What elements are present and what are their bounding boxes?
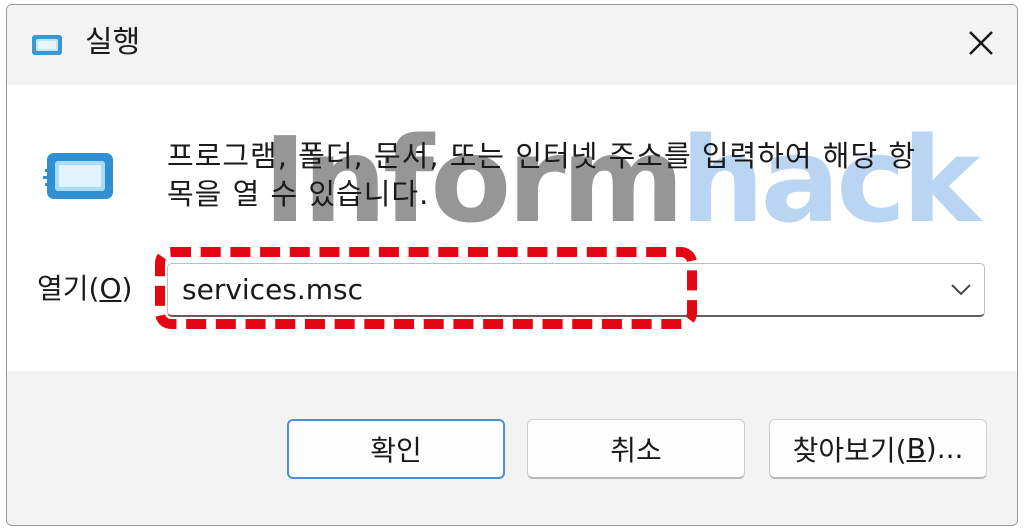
open-combobox[interactable] — [167, 263, 985, 317]
run-dialog: 실행 Informhack 프로그램, 폴더, 문서, 또는 인터넷 주소를 입… — [6, 4, 1018, 526]
browse-button[interactable]: 찾아보기(B)... — [769, 419, 987, 479]
cancel-button[interactable]: 취소 — [527, 419, 745, 479]
description-line-2: 목을 열 수 있습니다. — [167, 177, 430, 211]
run-icon — [32, 35, 62, 55]
dialog-body: Informhack 프로그램, 폴더, 문서, 또는 인터넷 주소를 입력하여… — [7, 85, 1017, 371]
ok-button[interactable]: 확인 — [287, 419, 505, 479]
description-line-1: 프로그램, 폴더, 문서, 또는 인터넷 주소를 입력하여 해당 항 — [167, 139, 917, 173]
close-icon[interactable] — [959, 21, 1003, 65]
window-title: 실행 — [85, 25, 141, 60]
run-icon — [43, 153, 113, 199]
chevron-down-icon[interactable] — [948, 278, 974, 300]
open-input[interactable] — [168, 264, 928, 314]
title-bar: 실행 — [7, 5, 1017, 85]
description-text: 프로그램, 폴더, 문서, 또는 인터넷 주소를 입력하여 해당 항 목을 열 … — [167, 137, 997, 213]
open-label: 열기(O) — [37, 272, 133, 305]
button-bar: 확인 취소 찾아보기(B)... — [7, 371, 1017, 525]
